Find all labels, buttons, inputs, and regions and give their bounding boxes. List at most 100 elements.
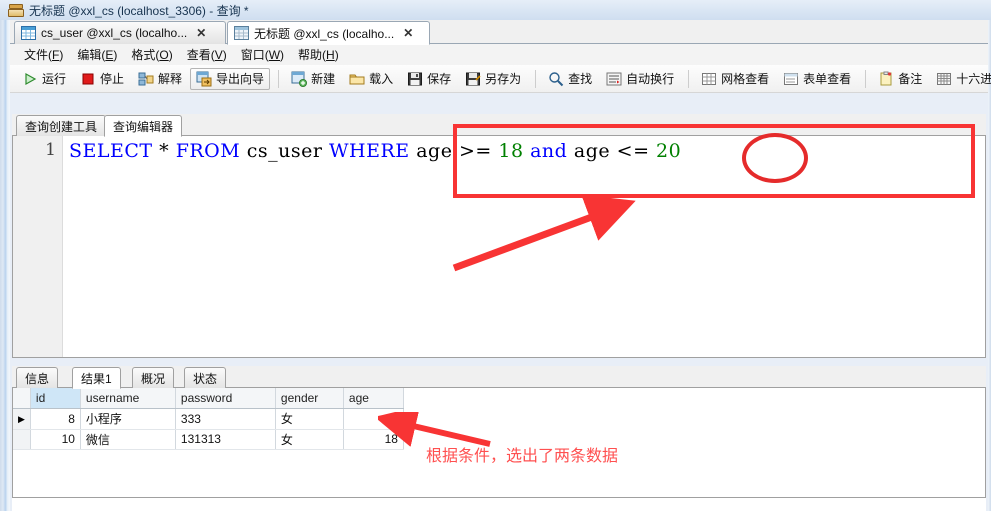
toolbar-separator — [865, 69, 867, 88]
grid-view-label: 网格查看 — [721, 72, 770, 86]
current-row-indicator: ▶ — [18, 413, 25, 424]
cell-age[interactable]: 20 — [343, 408, 404, 430]
save-as-disk-icon — [466, 72, 481, 85]
menu-bar: 文件(F) 编辑(E) 格式(O) 查看(V) 窗口(W) 帮助(H) — [10, 44, 988, 65]
document-tab-cs-user[interactable]: cs_user @xxl_cs (localho... ✕ — [14, 21, 226, 44]
form-view-button[interactable]: 表单查看 — [777, 68, 857, 90]
line-number: 1 — [45, 140, 56, 160]
editor-gutter: 1 — [13, 136, 63, 357]
result-tab-strip: 信息 结果1 概况 状态 — [12, 366, 986, 389]
column-header-id[interactable]: id — [30, 388, 81, 409]
cell-id[interactable]: 10 — [30, 429, 81, 450]
table-row[interactable]: 10 微信 131313 女 18 — [13, 429, 404, 450]
grid-view-icon — [702, 72, 717, 85]
column-header-password[interactable]: password — [175, 388, 276, 409]
run-button[interactable]: 运行 — [16, 68, 72, 90]
hex-button[interactable]: 十六进制 — [930, 68, 991, 90]
column-header-gender[interactable]: gender — [275, 388, 344, 409]
load-button[interactable]: 载入 — [343, 68, 399, 90]
query-tab-strip: 查询创建工具 查询编辑器 — [12, 114, 986, 137]
stop-button[interactable]: 停止 — [74, 68, 130, 90]
find-button[interactable]: 查找 — [542, 68, 598, 90]
tab-info-label: 信息 — [25, 371, 50, 386]
word-wrap-button[interactable]: 自动换行 — [600, 68, 680, 90]
find-label: 查找 — [568, 72, 593, 86]
save-label: 保存 — [427, 72, 452, 86]
menu-window[interactable]: 窗口(W) — [234, 44, 291, 65]
sql-code-line[interactable]: SELECT * FROM cs_user WHERE age >= 18 an… — [69, 138, 681, 164]
query-window: 无标题 @xxl_cs (localhost_3306) - 查询 * cs_u… — [0, 0, 991, 511]
new-label: 新建 — [311, 72, 336, 86]
export-wizard-icon — [196, 71, 212, 86]
cell-age[interactable]: 18 — [343, 429, 404, 450]
cell-gender[interactable]: 女 — [275, 429, 344, 450]
tab-profile-label: 概况 — [141, 371, 166, 386]
result-grid[interactable]: id username password gender age ▶ 8 小程序 … — [12, 388, 986, 498]
tab-query-editor[interactable]: 查询编辑器 — [104, 115, 183, 137]
cell-gender[interactable]: 女 — [275, 408, 344, 430]
main-toolbar: 运行 停止 解释 导出向导 新建 载入 保存 另存为 查找 自动换行 网格查看 … — [10, 65, 991, 93]
stop-label: 停止 — [100, 72, 125, 86]
sql-token-where: WHERE — [329, 140, 410, 162]
menu-file[interactable]: 文件(F) — [17, 44, 70, 65]
cell-password[interactable]: 333 — [175, 408, 276, 430]
save-disk-icon — [408, 72, 423, 85]
sql-token-select: SELECT — [69, 140, 153, 162]
sql-token-age-gte: age >= — [409, 140, 499, 162]
menu-help[interactable]: 帮助(H) — [291, 44, 346, 65]
tab-query-builder[interactable]: 查询创建工具 — [16, 115, 107, 136]
export-wizard-button[interactable]: 导出向导 — [190, 67, 271, 90]
table-header-row: id username password gender age — [13, 388, 404, 409]
save-button[interactable]: 保存 — [401, 68, 457, 90]
toolbar-separator — [535, 69, 537, 88]
cell-id[interactable]: 8 — [30, 408, 81, 430]
explain-icon — [138, 72, 154, 85]
table-row[interactable]: ▶ 8 小程序 333 女 20 — [13, 408, 404, 430]
column-header-age[interactable]: age — [343, 388, 404, 409]
note-icon — [880, 71, 892, 85]
grid-empty-area — [12, 498, 986, 511]
column-header-username[interactable]: username — [80, 388, 176, 409]
close-icon[interactable]: ✕ — [195, 26, 207, 40]
tab-result1[interactable]: 结果1 — [72, 367, 121, 389]
result-table: id username password gender age ▶ 8 小程序 … — [13, 388, 404, 450]
note-button[interactable]: 备注 — [872, 68, 928, 90]
row-header-corner — [13, 388, 31, 409]
sql-token-table: cs_user — [240, 140, 330, 162]
document-tab-untitled-query[interactable]: 无标题 @xxl_cs (localho... ✕ — [227, 21, 430, 45]
tab-profile[interactable]: 概况 — [132, 367, 175, 388]
menu-edit[interactable]: 编辑(E) — [70, 44, 124, 65]
toolbar-separator — [688, 69, 690, 88]
window-frame-left — [0, 0, 10, 511]
open-folder-icon — [349, 74, 365, 84]
sql-token-18: 18 — [498, 140, 524, 162]
close-icon[interactable]: ✕ — [402, 26, 414, 40]
load-label: 载入 — [369, 72, 394, 86]
menu-format[interactable]: 格式(O) — [124, 44, 179, 65]
query-window-icon — [8, 3, 24, 18]
save-as-button[interactable]: 另存为 — [459, 68, 527, 90]
hex-icon — [937, 72, 952, 85]
sql-editor[interactable]: 1 SELECT * FROM cs_user WHERE age >= 18 … — [12, 136, 986, 358]
tab-status[interactable]: 状态 — [184, 367, 227, 388]
cell-username[interactable]: 微信 — [80, 429, 176, 450]
sql-token-star: * — [152, 140, 176, 162]
sql-token-20: 20 — [656, 140, 682, 162]
new-button[interactable]: 新建 — [285, 68, 341, 90]
word-wrap-icon — [606, 72, 622, 85]
note-label: 备注 — [898, 72, 923, 86]
cell-username[interactable]: 小程序 — [80, 408, 176, 430]
hex-label: 十六进制 — [956, 72, 991, 86]
explain-label: 解释 — [158, 72, 183, 86]
table-icon — [21, 26, 36, 40]
explain-button[interactable]: 解释 — [132, 68, 188, 90]
tab-result1-label: 结果1 — [81, 371, 112, 386]
menu-view[interactable]: 查看(V) — [180, 44, 234, 65]
grid-view-button[interactable]: 网格查看 — [695, 68, 775, 90]
cell-password[interactable]: 131313 — [175, 429, 276, 450]
document-tab-label: cs_user @xxl_cs (localho... — [41, 26, 188, 40]
tab-info[interactable]: 信息 — [16, 367, 59, 388]
document-tab-label: 无标题 @xxl_cs (localho... — [254, 26, 395, 41]
stop-square-icon — [82, 73, 94, 84]
form-view-label: 表单查看 — [803, 72, 852, 86]
